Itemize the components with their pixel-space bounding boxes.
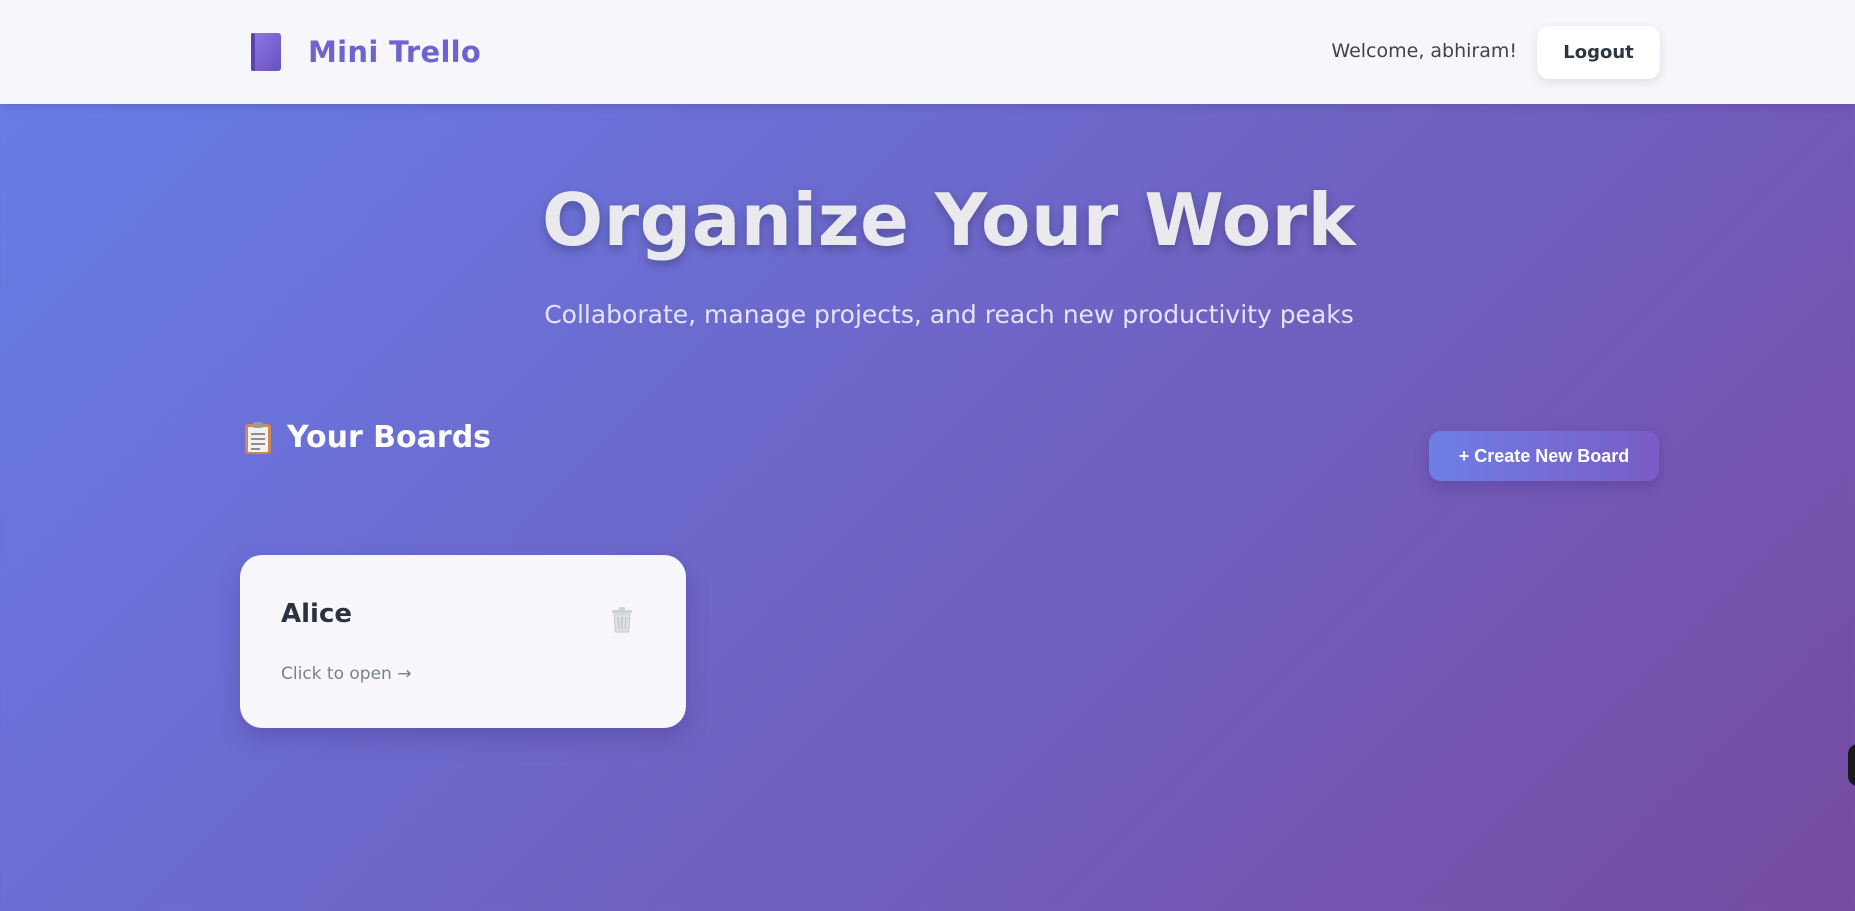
floating-widget-handle[interactable]	[1848, 744, 1855, 786]
hero-title: Organize Your Work	[541, 178, 1357, 262]
clipboard-icon	[244, 421, 272, 455]
trash-icon[interactable]	[611, 607, 633, 633]
top-navbar: Mini Trello Welcome, abhiram! Logout	[0, 0, 1855, 104]
brand[interactable]: Mini Trello	[250, 32, 481, 72]
board-name: Alice	[281, 599, 352, 629]
app-title: Mini Trello	[308, 35, 482, 69]
create-board-button[interactable]: + Create New Board	[1429, 431, 1659, 481]
welcome-text: Welcome, abhiram!	[1331, 40, 1517, 62]
notebook-icon	[250, 32, 282, 72]
logout-button[interactable]: Logout	[1537, 26, 1660, 79]
section-title: Your Boards	[287, 420, 492, 455]
boards-section-header: Your Boards	[244, 420, 491, 455]
hero-subtitle: Collaborate, manage projects, and reach …	[544, 300, 1354, 329]
board-open-hint: Click to open →	[281, 664, 412, 684]
board-card[interactable]: Alice Click to open →	[240, 555, 686, 728]
